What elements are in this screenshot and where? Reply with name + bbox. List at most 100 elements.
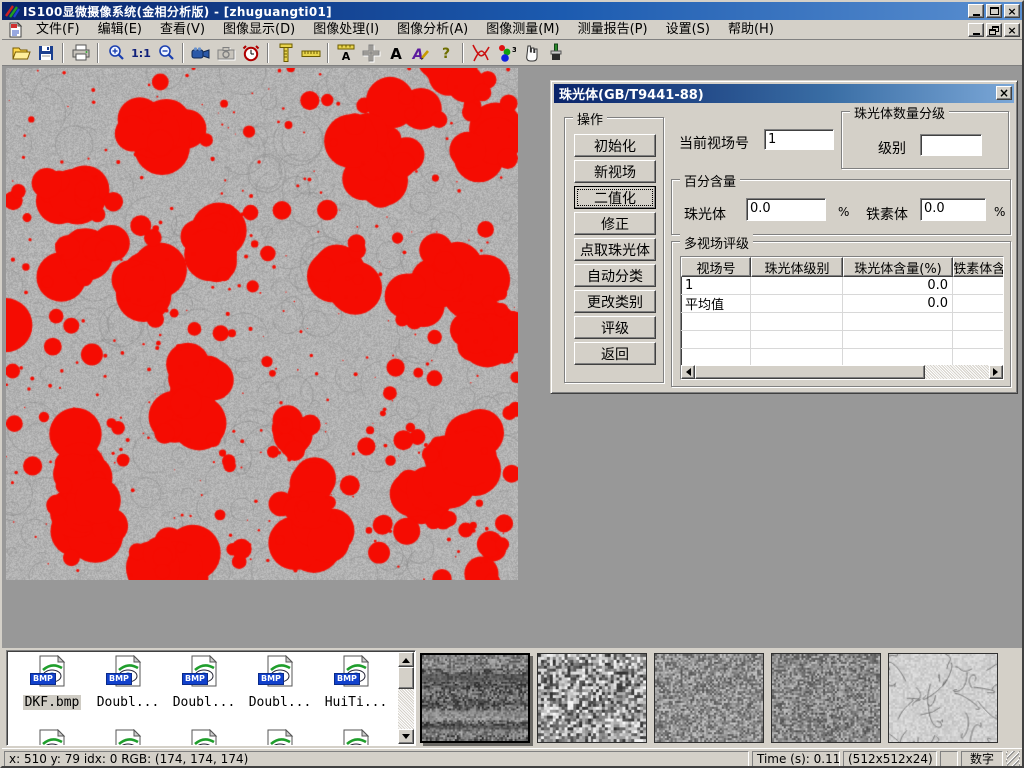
brush-button[interactable]: [543, 41, 568, 64]
dialog-close-button[interactable]: ×: [996, 86, 1012, 100]
col-pearlite-content[interactable]: 珠光体含量(%): [843, 257, 953, 277]
file-name[interactable]: Doubl...: [95, 695, 162, 710]
file-item[interactable]: BMP Doubl...: [91, 655, 165, 710]
photo-camera-button[interactable]: [213, 41, 238, 64]
thumbnail-canvas-4[interactable]: [771, 653, 881, 743]
correct-button[interactable]: 修正: [574, 212, 656, 235]
table-row[interactable]: 1 0.0: [681, 277, 1004, 295]
resize-grip[interactable]: [1006, 751, 1020, 767]
grading-table[interactable]: 视场号 珠光体级别 珠光体含量(%) 铁素体含量(%) 1 0.0 平均值: [680, 256, 1004, 380]
thumbnail-canvas-2[interactable]: [537, 653, 647, 743]
file-item[interactable]: BMP: [167, 729, 241, 746]
scrollbar-thumb[interactable]: [398, 667, 414, 689]
scrollbar-thumb[interactable]: [695, 365, 925, 379]
bmp-file-icon: [36, 729, 68, 746]
file-item[interactable]: BMP: [319, 729, 393, 746]
new-field-button[interactable]: 新视场: [574, 160, 656, 183]
scrollbar-track[interactable]: [925, 365, 989, 379]
grade-button[interactable]: 评级: [574, 316, 656, 339]
text-button[interactable]: A: [383, 41, 408, 64]
scroll-down-button[interactable]: [398, 729, 414, 744]
help-button[interactable]: ?: [433, 41, 458, 64]
menu-image-process[interactable]: 图像处理(I): [304, 20, 388, 39]
file-name[interactable]: DKF.bmp: [23, 695, 82, 710]
table-row-empty: [681, 331, 1004, 349]
zoom-out-button[interactable]: [153, 41, 178, 64]
thumbnail-canvas-1[interactable]: [420, 653, 530, 743]
menu-image-analysis[interactable]: 图像分析(A): [388, 20, 477, 39]
col-ferrite-content[interactable]: 铁素体含量(%): [953, 257, 1004, 277]
auto-classify-button[interactable]: 自动分类: [574, 264, 656, 287]
change-class-button[interactable]: 更改类别: [574, 290, 656, 313]
close-button[interactable]: ×: [1004, 4, 1020, 18]
table-horizontal-scrollbar[interactable]: [681, 365, 1003, 379]
print-button[interactable]: [68, 41, 93, 64]
bmp-file-icon: [112, 729, 144, 746]
ferrite-percent-input[interactable]: 0.0: [920, 198, 986, 221]
pearlite-percent-input[interactable]: 0.0: [746, 198, 826, 221]
file-item[interactable]: BMP: [15, 729, 89, 746]
micrograph-canvas[interactable]: [6, 68, 518, 580]
file-name[interactable]: HuiTi...: [323, 695, 390, 710]
table-row[interactable]: 平均值 0.0: [681, 295, 1004, 313]
file-item[interactable]: BMP DKF.bmp: [15, 655, 89, 710]
actual-size-button[interactable]: 1:1: [128, 41, 153, 64]
thumbnail-canvas-3[interactable]: [654, 653, 764, 743]
measure-text-button[interactable]: A: [333, 41, 358, 64]
classify-button[interactable]: 3: [493, 41, 518, 64]
thumbnail-canvas-5[interactable]: [888, 653, 998, 743]
file-item[interactable]: BMP Doubl...: [167, 655, 241, 710]
menu-help[interactable]: 帮助(H): [719, 20, 783, 39]
curve-tool-button[interactable]: [468, 41, 493, 64]
child-window-icon[interactable]: [7, 22, 23, 38]
maximize-button[interactable]: [986, 4, 1002, 18]
binarize-button[interactable]: 二值化: [574, 186, 656, 209]
grade-group-label: 珠光体数量分级: [850, 103, 949, 122]
file-browser-scrollbar[interactable]: [398, 652, 414, 744]
pick-pearlite-button[interactable]: 点取珠光体: [574, 238, 656, 261]
file-name[interactable]: Doubl...: [171, 695, 238, 710]
ruler-button[interactable]: [298, 41, 323, 64]
hand-tool-button[interactable]: [518, 41, 543, 64]
child-minimize-button[interactable]: [968, 23, 984, 37]
height-gauge-button[interactable]: [273, 41, 298, 64]
menu-settings[interactable]: 设置(S): [657, 20, 719, 39]
col-pearlite-grade[interactable]: 珠光体级别: [751, 257, 843, 277]
child-close-button[interactable]: ×: [1004, 23, 1020, 37]
video-camera-button[interactable]: [188, 41, 213, 64]
grid-cross-button[interactable]: [358, 41, 383, 64]
menu-view[interactable]: 查看(V): [151, 20, 214, 39]
file-browser[interactable]: BMP DKF.bmp BMP Doubl... BMP Doubl... BM…: [6, 650, 416, 746]
menu-edit[interactable]: 编辑(E): [89, 20, 151, 39]
file-name[interactable]: Doubl...: [247, 695, 314, 710]
minimize-button[interactable]: [968, 4, 984, 18]
col-field-number[interactable]: 视场号: [681, 257, 751, 277]
child-restore-button[interactable]: [986, 23, 1002, 37]
scroll-right-button[interactable]: [989, 365, 1003, 379]
scroll-up-button[interactable]: [398, 652, 414, 667]
save-icon: [37, 44, 55, 62]
scroll-left-button[interactable]: [681, 365, 695, 379]
return-button[interactable]: 返回: [574, 342, 656, 365]
timer-button[interactable]: [238, 41, 263, 64]
level-input[interactable]: [920, 134, 982, 156]
multi-field-group-label: 多视场评级: [680, 233, 753, 252]
annotate-button[interactable]: A: [408, 41, 433, 64]
file-item[interactable]: BMP HuiTi...: [319, 655, 393, 710]
current-view-input[interactable]: 1: [764, 129, 834, 150]
dialog-title-bar[interactable]: 珠光体(GB/T9441-88) ×: [554, 84, 1014, 103]
menu-file[interactable]: 文件(F): [27, 20, 89, 39]
file-item[interactable]: BMP Doubl...: [243, 655, 317, 710]
file-item[interactable]: BMP: [91, 729, 165, 746]
file-item[interactable]: BMP: [243, 729, 317, 746]
init-button[interactable]: 初始化: [574, 134, 656, 157]
menu-image-measure[interactable]: 图像测量(M): [477, 20, 568, 39]
toolbar-separator: [327, 43, 329, 63]
menu-measure-report[interactable]: 测量报告(P): [569, 20, 657, 39]
title-bar[interactable]: IS100显微摄像系统(金相分析版) - [zhuguangti01] ×: [2, 2, 1022, 20]
menu-image-display[interactable]: 图像显示(D): [214, 20, 304, 39]
open-button[interactable]: [8, 41, 33, 64]
pearlite-dialog: 珠光体(GB/T9441-88) × 操作 初始化 新视场 二值化 修正 点取珠…: [550, 80, 1018, 394]
save-button[interactable]: [33, 41, 58, 64]
zoom-in-button[interactable]: [103, 41, 128, 64]
